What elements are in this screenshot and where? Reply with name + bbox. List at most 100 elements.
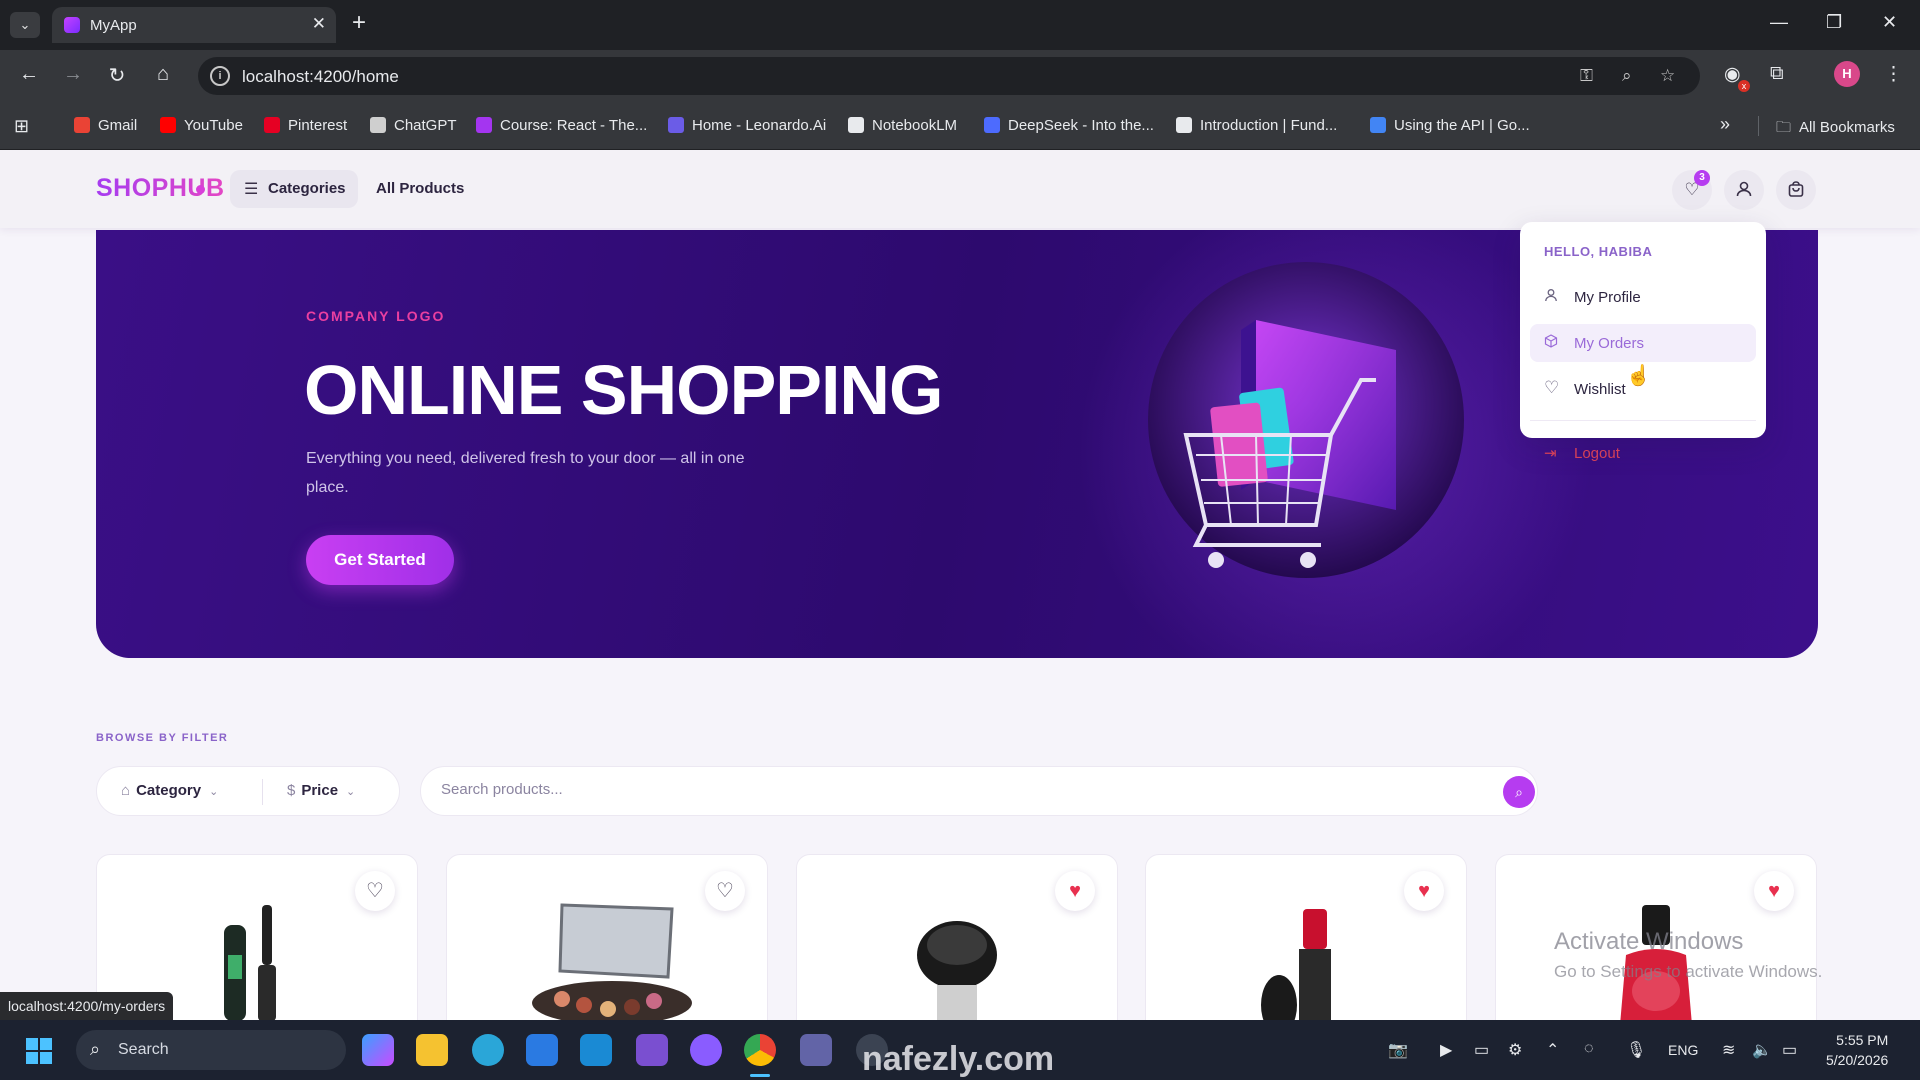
extension-badge: x bbox=[1738, 80, 1750, 92]
bookmark-item[interactable]: DeepSeek - Into the... bbox=[984, 117, 1154, 134]
site-header: SHOPHUB ☰ Categories All Products ♡ 3 bbox=[0, 150, 1920, 228]
apps-grid-icon[interactable]: ⊞ bbox=[14, 116, 29, 137]
box-icon bbox=[1544, 334, 1558, 352]
app-icon-p[interactable] bbox=[472, 1034, 504, 1066]
browser-tab[interactable]: MyApp ✕ bbox=[52, 7, 336, 43]
minimize-icon[interactable]: — bbox=[1770, 12, 1788, 33]
zoom-icon[interactable]: ⌕ bbox=[1622, 66, 1632, 86]
bookmark-item[interactable]: Course: React - The... bbox=[476, 117, 647, 134]
bookmark-item[interactable]: Pinterest bbox=[264, 117, 347, 134]
tab-close-icon[interactable]: ✕ bbox=[312, 14, 326, 34]
menu-icon: ☰ bbox=[244, 181, 259, 198]
wishlist-heart-filled-icon[interactable]: ♥ bbox=[1754, 871, 1794, 911]
chrome-icon[interactable] bbox=[744, 1034, 776, 1066]
microphone-icon[interactable]: 🎙 bbox=[1626, 1040, 1646, 1060]
logout-icon: ⇥ bbox=[1544, 445, 1557, 462]
bookmark-item[interactable]: Gmail bbox=[74, 117, 137, 134]
wishlist-heart-filled-icon[interactable]: ♥ bbox=[1404, 871, 1444, 911]
link-status-bubble: localhost:4200/my-orders bbox=[0, 992, 174, 1020]
activate-windows-subtitle: Go to Settings to activate Windows. bbox=[1554, 962, 1823, 981]
visual-studio-icon[interactable] bbox=[636, 1034, 668, 1066]
taskbar-search[interactable]: ⌕ Search bbox=[76, 1030, 346, 1070]
web-page: SHOPHUB ☰ Categories All Products ♡ 3 CO… bbox=[0, 150, 1920, 1020]
back-icon[interactable]: ← bbox=[16, 63, 42, 86]
teams-icon[interactable] bbox=[800, 1034, 832, 1066]
menu-item-my-orders[interactable]: My Orders bbox=[1530, 324, 1756, 362]
bookmark-item[interactable]: Using the API | Go... bbox=[1370, 117, 1530, 134]
wishlist-heart-icon[interactable]: ♡ bbox=[355, 871, 395, 911]
nafezly-watermark: nafezly.com bbox=[862, 1040, 1055, 1078]
address-url[interactable]: localhost:4200/home bbox=[242, 67, 399, 87]
window-close-icon[interactable]: ✕ bbox=[1882, 12, 1897, 33]
bookmark-favicon-icon bbox=[668, 117, 684, 133]
window-icon[interactable]: ▭ bbox=[1474, 1040, 1489, 1060]
user-account-icon[interactable] bbox=[1724, 170, 1764, 210]
profile-avatar[interactable]: H bbox=[1834, 61, 1860, 87]
product-card[interactable]: ♡ bbox=[446, 854, 768, 1020]
browse-by-filter-label: BROWSE BY FILTER bbox=[96, 732, 229, 744]
bookmark-item[interactable]: ChatGPT bbox=[370, 117, 457, 134]
windows-start-icon[interactable] bbox=[26, 1038, 52, 1064]
restore-icon[interactable]: ❐ bbox=[1826, 12, 1842, 33]
bookmark-divider bbox=[1758, 116, 1759, 136]
onedrive-icon[interactable]: ◌ bbox=[1584, 1040, 1594, 1058]
forward-icon[interactable]: → bbox=[60, 63, 86, 86]
extensions-puzzle-icon[interactable]: ⧉ bbox=[1770, 63, 1784, 85]
categories-button[interactable]: ☰ Categories bbox=[230, 170, 358, 208]
wishlist-heart-icon[interactable]: ♡ bbox=[705, 871, 745, 911]
cart-bag-icon[interactable] bbox=[1776, 170, 1816, 210]
home-icon[interactable]: ⌂ bbox=[150, 63, 176, 86]
product-search-input[interactable] bbox=[441, 781, 1441, 798]
app-icon-stack[interactable] bbox=[526, 1034, 558, 1066]
site-info-icon[interactable]: i bbox=[210, 66, 230, 86]
hero-title: ONLINE SHOPPING bbox=[304, 351, 943, 429]
language-indicator[interactable]: ENG bbox=[1668, 1042, 1698, 1058]
bookmark-star-icon[interactable]: ☆ bbox=[1660, 66, 1675, 86]
wifi-icon[interactable]: ≋ bbox=[1722, 1040, 1735, 1060]
taskbar-clock[interactable]: 5:55 PM 5/20/2026 bbox=[1826, 1030, 1888, 1070]
volume-icon[interactable]: 🔈 bbox=[1752, 1040, 1772, 1060]
vscode-icon[interactable] bbox=[580, 1034, 612, 1066]
bookmark-item[interactable]: Home - Leonardo.Ai bbox=[668, 117, 826, 134]
product-card[interactable]: ♥ bbox=[1145, 854, 1467, 1020]
copilot-app-icon[interactable] bbox=[362, 1034, 394, 1066]
bookmark-favicon-icon bbox=[160, 117, 176, 133]
browser-menu-icon[interactable]: ⋮ bbox=[1884, 63, 1903, 86]
hero-subtitle: Everything you need, delivered fresh to … bbox=[306, 450, 745, 496]
tab-search-button[interactable]: ⌄ bbox=[10, 12, 40, 38]
search-icon[interactable]: ⌕ bbox=[1503, 776, 1535, 808]
bookmark-item[interactable]: YouTube bbox=[160, 117, 243, 134]
bookmark-item[interactable]: Introduction | Fund... bbox=[1176, 117, 1337, 134]
video-icon[interactable]: ▶ bbox=[1440, 1040, 1452, 1060]
bookmark-item[interactable]: NotebookLM bbox=[848, 117, 957, 134]
product-image bbox=[522, 895, 692, 1020]
address-bar[interactable]: i localhost:4200/home ⚿ ⌕ ☆ bbox=[198, 57, 1700, 95]
more-bookmarks-icon[interactable]: » bbox=[1720, 114, 1730, 135]
category-filter-dropdown[interactable]: ⌂ Category ⌄ bbox=[121, 782, 218, 799]
wishlist-heart-filled-icon[interactable]: ♥ bbox=[1055, 871, 1095, 911]
all-products-link[interactable]: All Products bbox=[376, 180, 464, 197]
reload-icon[interactable]: ↻ bbox=[104, 63, 130, 88]
gear-icon[interactable]: ⚙ bbox=[1508, 1040, 1522, 1060]
get-started-button[interactable]: Get Started bbox=[306, 535, 454, 585]
shophub-logo[interactable]: SHOPHUB bbox=[96, 174, 225, 203]
product-card[interactable]: ♥ bbox=[796, 854, 1118, 1020]
shopping-cart-illustration bbox=[1148, 262, 1464, 578]
all-bookmarks-button[interactable]: 🗀 All Bookmarks bbox=[1776, 117, 1895, 142]
tray-chevron-up-icon[interactable]: ⌃ bbox=[1546, 1040, 1559, 1060]
categories-label: Categories bbox=[268, 180, 346, 197]
camera-icon[interactable]: 📷 bbox=[1388, 1040, 1408, 1060]
password-key-icon[interactable]: ⚿ bbox=[1580, 66, 1593, 86]
tab-title: MyApp bbox=[90, 17, 137, 34]
product-image bbox=[892, 895, 1022, 1020]
file-explorer-icon[interactable] bbox=[416, 1034, 448, 1066]
battery-icon[interactable]: ▭ bbox=[1782, 1040, 1797, 1060]
price-filter-dropdown[interactable]: $ Price ⌄ bbox=[287, 782, 355, 799]
app-icon-drop[interactable] bbox=[690, 1034, 722, 1066]
menu-item-logout[interactable]: ⇥ Logout bbox=[1530, 434, 1756, 472]
bookmark-favicon-icon bbox=[370, 117, 386, 133]
new-tab-button[interactable]: + bbox=[352, 10, 366, 36]
clock-time: 5:55 PM bbox=[1836, 1032, 1889, 1048]
menu-item-my-profile[interactable]: My Profile bbox=[1530, 278, 1756, 316]
clock-date: 5/20/2026 bbox=[1826, 1052, 1889, 1068]
